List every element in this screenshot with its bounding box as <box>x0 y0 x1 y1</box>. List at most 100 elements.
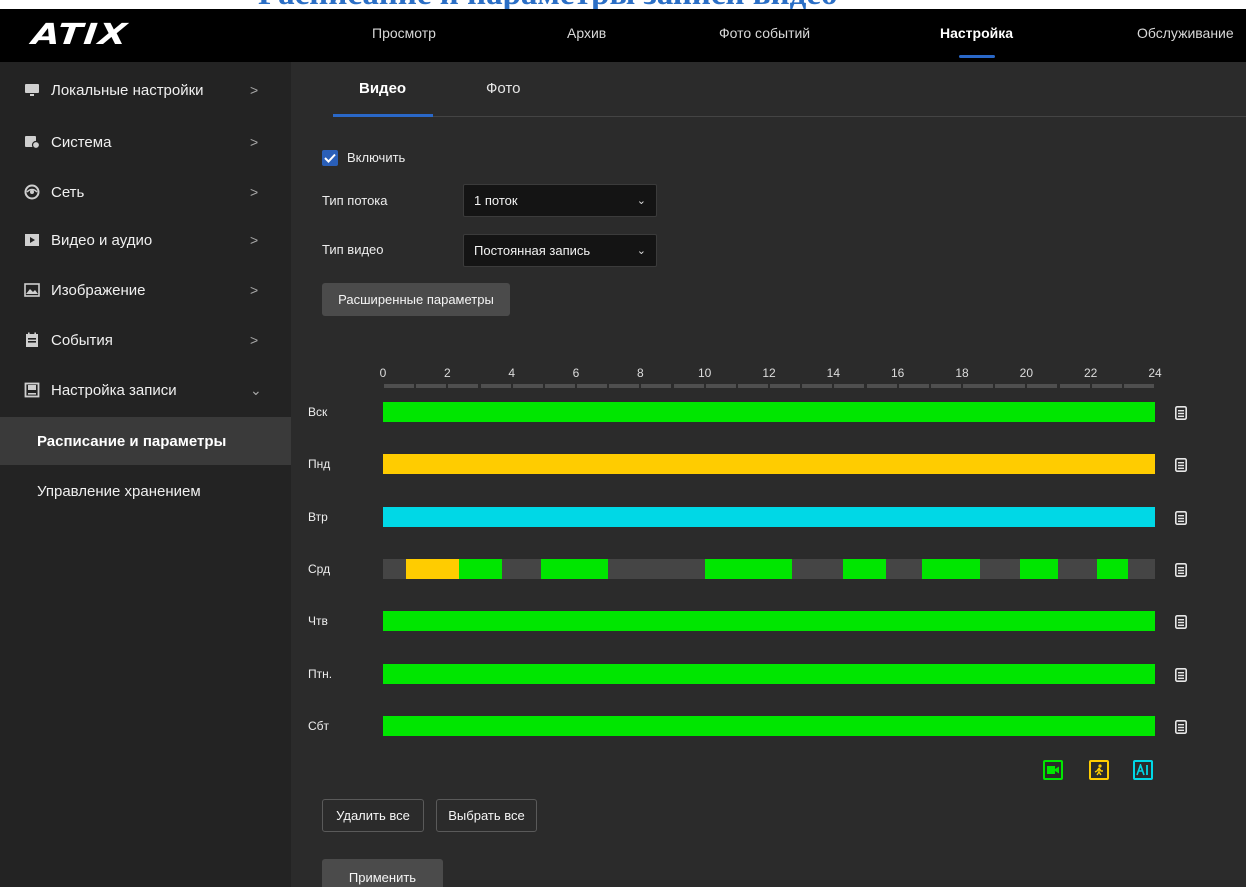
schedule-segment-continuous[interactable] <box>1019 558 1059 579</box>
schedule-segment-continuous[interactable] <box>383 663 1155 684</box>
copy-schedule-icon[interactable] <box>1175 667 1187 682</box>
stream-type-select[interactable]: 1 поток ⌄ <box>463 184 657 217</box>
top-navigation-bar: ATIX Просмотр Архив Фото событий Настрой… <box>0 9 1246 62</box>
tab-video[interactable]: Видео <box>359 80 406 97</box>
sidebar-item-network[interactable]: Сеть > <box>0 166 291 218</box>
events-icon <box>24 332 40 347</box>
day-label: Срд <box>308 561 331 576</box>
hour-tick <box>577 384 608 388</box>
hour-tick <box>1091 384 1122 388</box>
ai-record-icon[interactable] <box>1133 760 1153 780</box>
nav-event-photos[interactable]: Фото событий <box>719 9 810 62</box>
copy-schedule-icon[interactable] <box>1175 406 1187 420</box>
advanced-params-button[interactable]: Расширенные параметры <box>322 283 510 316</box>
schedule-segment-motion[interactable] <box>383 454 1155 475</box>
monitor-icon <box>24 83 40 97</box>
hour-label: 20 <box>1019 366 1034 380</box>
hour-tick <box>866 384 897 388</box>
select-all-button[interactable]: Выбрать все <box>436 799 537 832</box>
hour-label: 6 <box>572 366 580 380</box>
hour-tick <box>705 384 736 388</box>
day-label: Птн. <box>308 666 333 681</box>
sidebar-item-video-audio[interactable]: Видео и аудио > <box>0 214 291 266</box>
day-label: Вск <box>308 405 328 419</box>
sidebar-item-system[interactable]: Система > <box>0 116 291 168</box>
sidebar-subitem-label: Расписание и параметры <box>37 432 227 450</box>
schedule-segment-motion[interactable] <box>405 558 459 579</box>
hour-label: 14 <box>826 366 841 380</box>
nav-archive[interactable]: Архив <box>567 9 606 62</box>
hour-tick <box>448 384 479 388</box>
hour-label: 8 <box>636 366 644 380</box>
schedule-segment-continuous[interactable] <box>540 558 609 579</box>
schedule-segment-continuous[interactable] <box>458 558 502 579</box>
sidebar-item-label: Сеть <box>51 183 85 201</box>
chevron-right-icon: > <box>250 134 259 150</box>
hour-label: 4 <box>508 366 515 380</box>
schedule-segment-continuous[interactable] <box>1097 558 1128 579</box>
apply-button[interactable]: Применить <box>322 859 443 887</box>
hour-tick <box>1059 384 1090 388</box>
day-schedule-track[interactable] <box>383 506 1155 527</box>
delete-all-button[interactable]: Удалить все <box>322 799 424 832</box>
page-heading: Расписание и параметры записи видео <box>258 0 837 11</box>
hour-tick <box>673 384 704 388</box>
hour-tick <box>1123 384 1154 388</box>
sidebar-item-record-settings[interactable]: Настройка записи ⌄ <box>0 364 291 416</box>
copy-schedule-icon[interactable] <box>1175 510 1187 525</box>
hour-label: 2 <box>443 366 451 380</box>
hour-tick <box>737 384 768 388</box>
sidebar-item-local-settings[interactable]: Локальные настройки > <box>0 64 291 116</box>
nav-maintenance[interactable]: Обслуживание <box>1137 9 1234 62</box>
hour-label: 18 <box>955 366 969 380</box>
sidebar-item-label: События <box>51 331 113 349</box>
image-icon <box>24 283 40 297</box>
chevron-right-icon: > <box>250 232 259 248</box>
sidebar-subitem-storage[interactable]: Управление хранением <box>0 467 291 515</box>
day-label: Втр <box>308 509 328 524</box>
hour-label: 0 <box>379 366 387 380</box>
enable-checkbox[interactable] <box>322 150 338 166</box>
day-schedule-track[interactable] <box>383 715 1155 736</box>
hour-tick <box>802 384 833 388</box>
schedule-segment-continuous[interactable] <box>383 611 1155 632</box>
nav-settings[interactable]: Настройка <box>940 9 1013 62</box>
motion-record-icon[interactable] <box>1089 760 1109 780</box>
hour-label: 10 <box>697 366 712 380</box>
day-schedule-track[interactable] <box>383 558 1155 579</box>
copy-schedule-icon[interactable] <box>1175 719 1187 734</box>
schedule-segment-continuous[interactable] <box>704 558 792 579</box>
schedule-segment-ai[interactable] <box>383 506 1155 527</box>
schedule-segment-continuous[interactable] <box>842 558 887 579</box>
video-audio-icon <box>24 233 40 247</box>
hour-tick <box>609 384 640 388</box>
day-label: Сбт <box>308 718 330 733</box>
system-icon <box>24 135 40 149</box>
continuous-record-icon[interactable] <box>1043 760 1063 780</box>
sidebar-item-image[interactable]: Изображение > <box>0 264 291 316</box>
sidebar-item-events[interactable]: События > <box>0 314 291 366</box>
hour-label: 16 <box>890 366 905 380</box>
nav-view[interactable]: Просмотр <box>372 9 436 62</box>
chevron-right-icon: > <box>250 82 259 98</box>
hour-tick <box>930 384 961 388</box>
video-type-select[interactable]: Постоянная запись ⌄ <box>463 234 657 267</box>
copy-schedule-icon[interactable] <box>1175 458 1187 473</box>
day-schedule-track[interactable] <box>383 611 1155 632</box>
schedule-segment-continuous[interactable] <box>921 558 980 579</box>
schedule-segment-continuous[interactable] <box>383 402 1155 422</box>
hour-tick <box>995 384 1026 388</box>
schedule-segment-continuous[interactable] <box>383 715 1155 736</box>
chevron-down-icon: ⌄ <box>636 195 646 207</box>
day-schedule-track[interactable] <box>383 663 1155 684</box>
nav-settings-label: Настройка <box>940 25 1014 41</box>
tab-photo[interactable]: Фото <box>486 80 520 97</box>
hour-tick <box>641 384 672 388</box>
day-label: Пнд <box>308 457 331 472</box>
copy-schedule-icon[interactable] <box>1175 615 1187 630</box>
chevron-right-icon: > <box>250 184 259 200</box>
copy-schedule-icon[interactable] <box>1175 562 1187 577</box>
sidebar-subitem-schedule[interactable]: Расписание и параметры <box>0 417 291 465</box>
day-schedule-track[interactable] <box>383 454 1155 475</box>
day-schedule-track[interactable] <box>383 402 1155 422</box>
